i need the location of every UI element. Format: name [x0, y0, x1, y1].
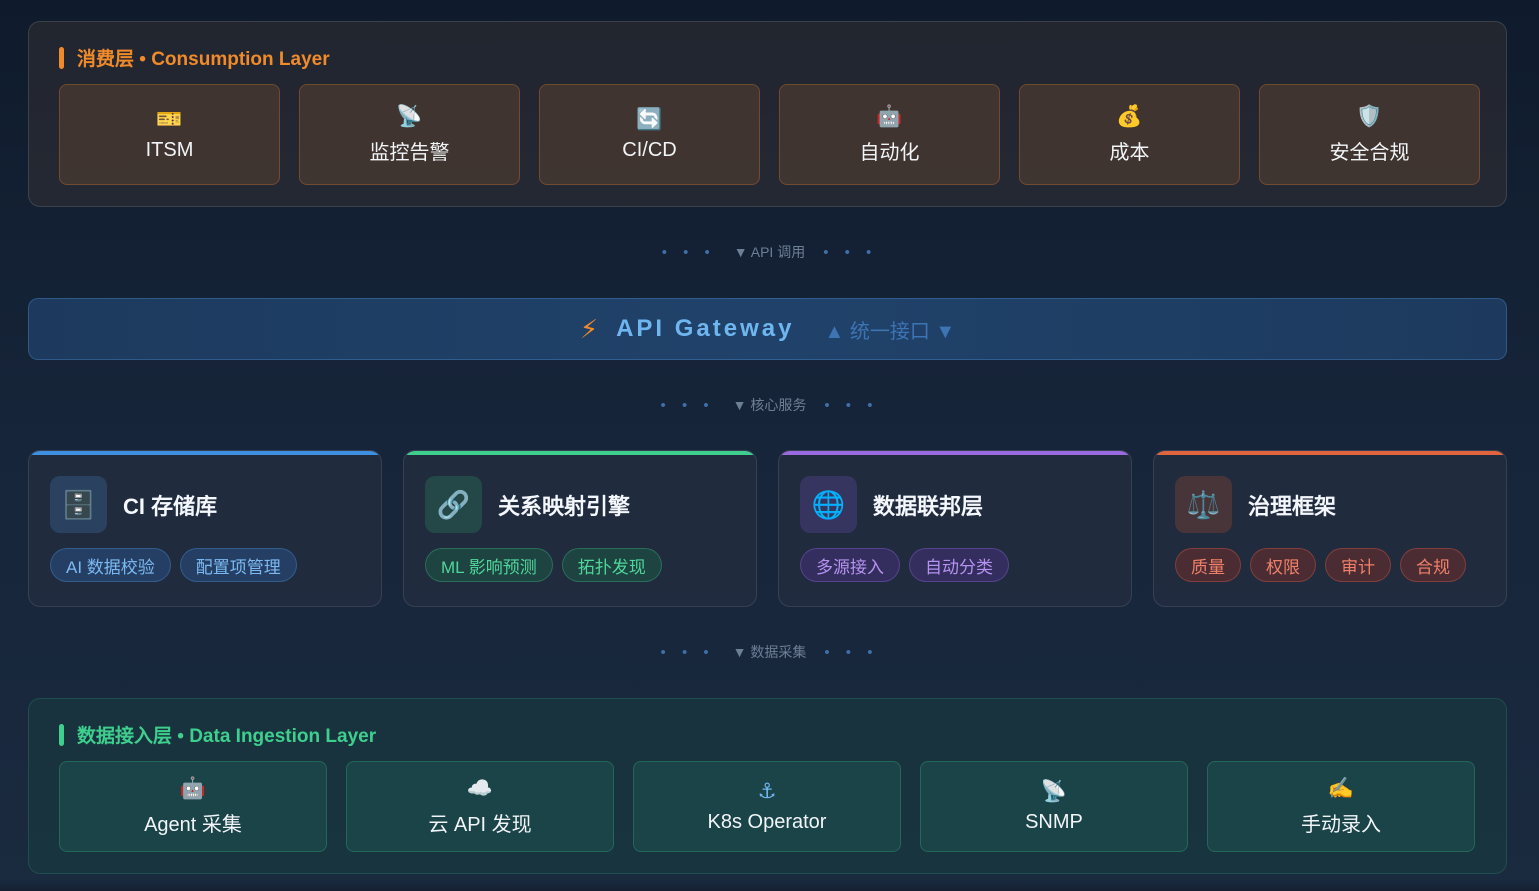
card-title: 关系映射引擎 — [498, 493, 631, 519]
tile-label: K8s Operator — [707, 811, 827, 833]
tile-label: ITSM — [145, 139, 194, 161]
footer-fade — [0, 880, 1539, 891]
consumption-tile-itsm[interactable]: 🎫 ITSM — [59, 84, 280, 185]
ingestion-tile-k8s-operator[interactable]: ⚓ K8s Operator — [633, 761, 901, 852]
ingestion-layer-panel: 数据接入层 • Data Ingestion Layer 🤖 Agent 采集 … — [28, 698, 1507, 874]
consumption-layer-title: 消费层 • Consumption Layer — [59, 44, 330, 71]
card-data-federation[interactable]: 🌐 数据联邦层 多源接入 自动分类 — [778, 450, 1132, 607]
consumption-layer-panel: 消费层 • Consumption Layer 🎫 ITSM 📡 监控告警 🔄 … — [28, 21, 1507, 207]
consumption-tile-cicd[interactable]: 🔄 CI/CD — [539, 84, 760, 185]
card-accent-bar — [1154, 451, 1506, 455]
satellite-antenna-icon: 📡 — [1040, 780, 1068, 803]
tile-label: 云 API 发现 — [428, 814, 532, 836]
connector-data-collection: • • • ▼ 数据采集 • • • — [0, 642, 1539, 662]
tile-label: 自动化 — [859, 142, 920, 164]
card-governance[interactable]: ⚖️ 治理框架 质量 权限 审计 合规 — [1153, 450, 1507, 607]
tag-quality[interactable]: 质量 — [1175, 548, 1241, 582]
connector-api-call: • • • ▼ API 调用 • • • — [0, 242, 1539, 262]
tag-ai-validation[interactable]: AI 数据校验 — [50, 548, 171, 582]
consumption-tiles: 🎫 ITSM 📡 监控告警 🔄 CI/CD 🤖 自动化 💰 成本 🛡️ 安全合规 — [59, 84, 1480, 185]
ingestion-tile-snmp[interactable]: 📡 SNMP — [920, 761, 1188, 852]
file-cabinet-icon: 🗄️ — [50, 476, 107, 533]
tile-label: CI/CD — [622, 139, 677, 161]
tag-multi-source[interactable]: 多源接入 — [800, 548, 900, 582]
ingestion-tile-cloud-api[interactable]: ☁️ 云 API 发现 — [346, 761, 614, 852]
title-accent-bar — [59, 46, 64, 69]
link-icon: 🔗 — [425, 476, 482, 533]
tag-topology[interactable]: 拓扑发现 — [561, 548, 662, 582]
ingestion-tile-manual-entry[interactable]: ✍️ 手动录入 — [1207, 761, 1475, 852]
card-ci-repository[interactable]: 🗄️ CI 存储库 AI 数据校验 配置项管理 — [28, 450, 382, 607]
connector-dots-left: • • • — [660, 643, 715, 661]
card-title: 治理框架 — [1248, 493, 1337, 519]
consumption-tile-automation[interactable]: 🤖 自动化 — [779, 84, 1000, 185]
tag-auto-classify[interactable]: 自动分类 — [909, 548, 1009, 582]
lightning-icon: ⚡ — [579, 313, 599, 344]
connector-dots-right: • • • — [824, 396, 879, 414]
tile-label: 安全合规 — [1329, 142, 1410, 164]
connector-dots-left: • • • — [661, 243, 716, 261]
ingestion-layer-title: 数据接入层 • Data Ingestion Layer — [59, 721, 376, 748]
connector-dots-right: • • • — [823, 243, 878, 261]
card-title: CI 存储库 — [123, 493, 218, 519]
connector-dots-right: • • • — [824, 643, 879, 661]
ingestion-layer-title-text: 数据接入层 • Data Ingestion Layer — [77, 726, 377, 747]
connector-core-services: • • • ▼ 核心服务 • • • — [0, 395, 1539, 415]
refresh-icon: 🔄 — [636, 108, 663, 131]
title-accent-bar — [59, 723, 64, 746]
robot-icon: 🤖 — [179, 777, 207, 800]
tag-ml-impact[interactable]: ML 影响预测 — [425, 548, 553, 582]
scales-icon: ⚖️ — [1175, 476, 1232, 533]
consumption-layer-title-text: 消费层 • Consumption Layer — [77, 49, 330, 70]
tag-audit[interactable]: 审计 — [1325, 548, 1391, 582]
money-bag-icon: 💰 — [1116, 105, 1143, 128]
gateway-title: API Gateway — [616, 315, 795, 342]
robot-icon: 🤖 — [876, 105, 903, 128]
tile-label: Agent 采集 — [144, 814, 242, 836]
tile-label: SNMP — [1025, 811, 1083, 833]
consumption-tile-security[interactable]: 🛡️ 安全合规 — [1259, 84, 1480, 185]
tile-label: 手动录入 — [1301, 814, 1381, 836]
satellite-antenna-icon: 📡 — [396, 105, 423, 128]
card-title: 数据联邦层 — [873, 493, 984, 519]
ingestion-tiles: 🤖 Agent 采集 ☁️ 云 API 发现 ⚓ K8s Operator 📡 … — [59, 761, 1475, 852]
card-accent-bar — [404, 451, 756, 455]
tag-ci-management[interactable]: 配置项管理 — [179, 548, 297, 582]
consumption-tile-monitoring[interactable]: 📡 监控告警 — [299, 84, 520, 185]
core-service-cards: 🗄️ CI 存储库 AI 数据校验 配置项管理 🔗 关系映射引擎 ML 影响预测… — [28, 450, 1507, 607]
anchor-icon: ⚓ — [757, 780, 777, 803]
ingestion-tile-agent[interactable]: 🤖 Agent 采集 — [59, 761, 327, 852]
card-accent-bar — [29, 451, 381, 455]
connector-label: ▼ 核心服务 — [732, 397, 807, 413]
api-gateway-bar[interactable]: ⚡ API Gateway ▲ 统一接口 ▼ — [28, 298, 1507, 360]
card-relation-engine[interactable]: 🔗 关系映射引擎 ML 影响预测 拓扑发现 — [403, 450, 757, 607]
cloud-icon: ☁️ — [466, 777, 494, 800]
consumption-tile-cost[interactable]: 💰 成本 — [1019, 84, 1240, 185]
shield-icon: 🛡️ — [1356, 105, 1383, 128]
card-accent-bar — [779, 451, 1131, 455]
globe-icon: 🌐 — [800, 476, 857, 533]
connector-label: ▼ 数据采集 — [732, 644, 807, 660]
ticket-icon: 🎫 — [156, 108, 183, 131]
tile-label: 成本 — [1109, 142, 1150, 164]
writing-hand-icon: ✍️ — [1327, 777, 1355, 800]
connector-label: ▼ API 调用 — [733, 244, 806, 260]
tile-label: 监控告警 — [369, 142, 450, 164]
tag-permission[interactable]: 权限 — [1250, 548, 1316, 582]
connector-dots-left: • • • — [660, 396, 715, 414]
gateway-subtitle: ▲ 统一接口 ▼ — [824, 320, 956, 343]
tag-compliance[interactable]: 合规 — [1400, 548, 1466, 582]
